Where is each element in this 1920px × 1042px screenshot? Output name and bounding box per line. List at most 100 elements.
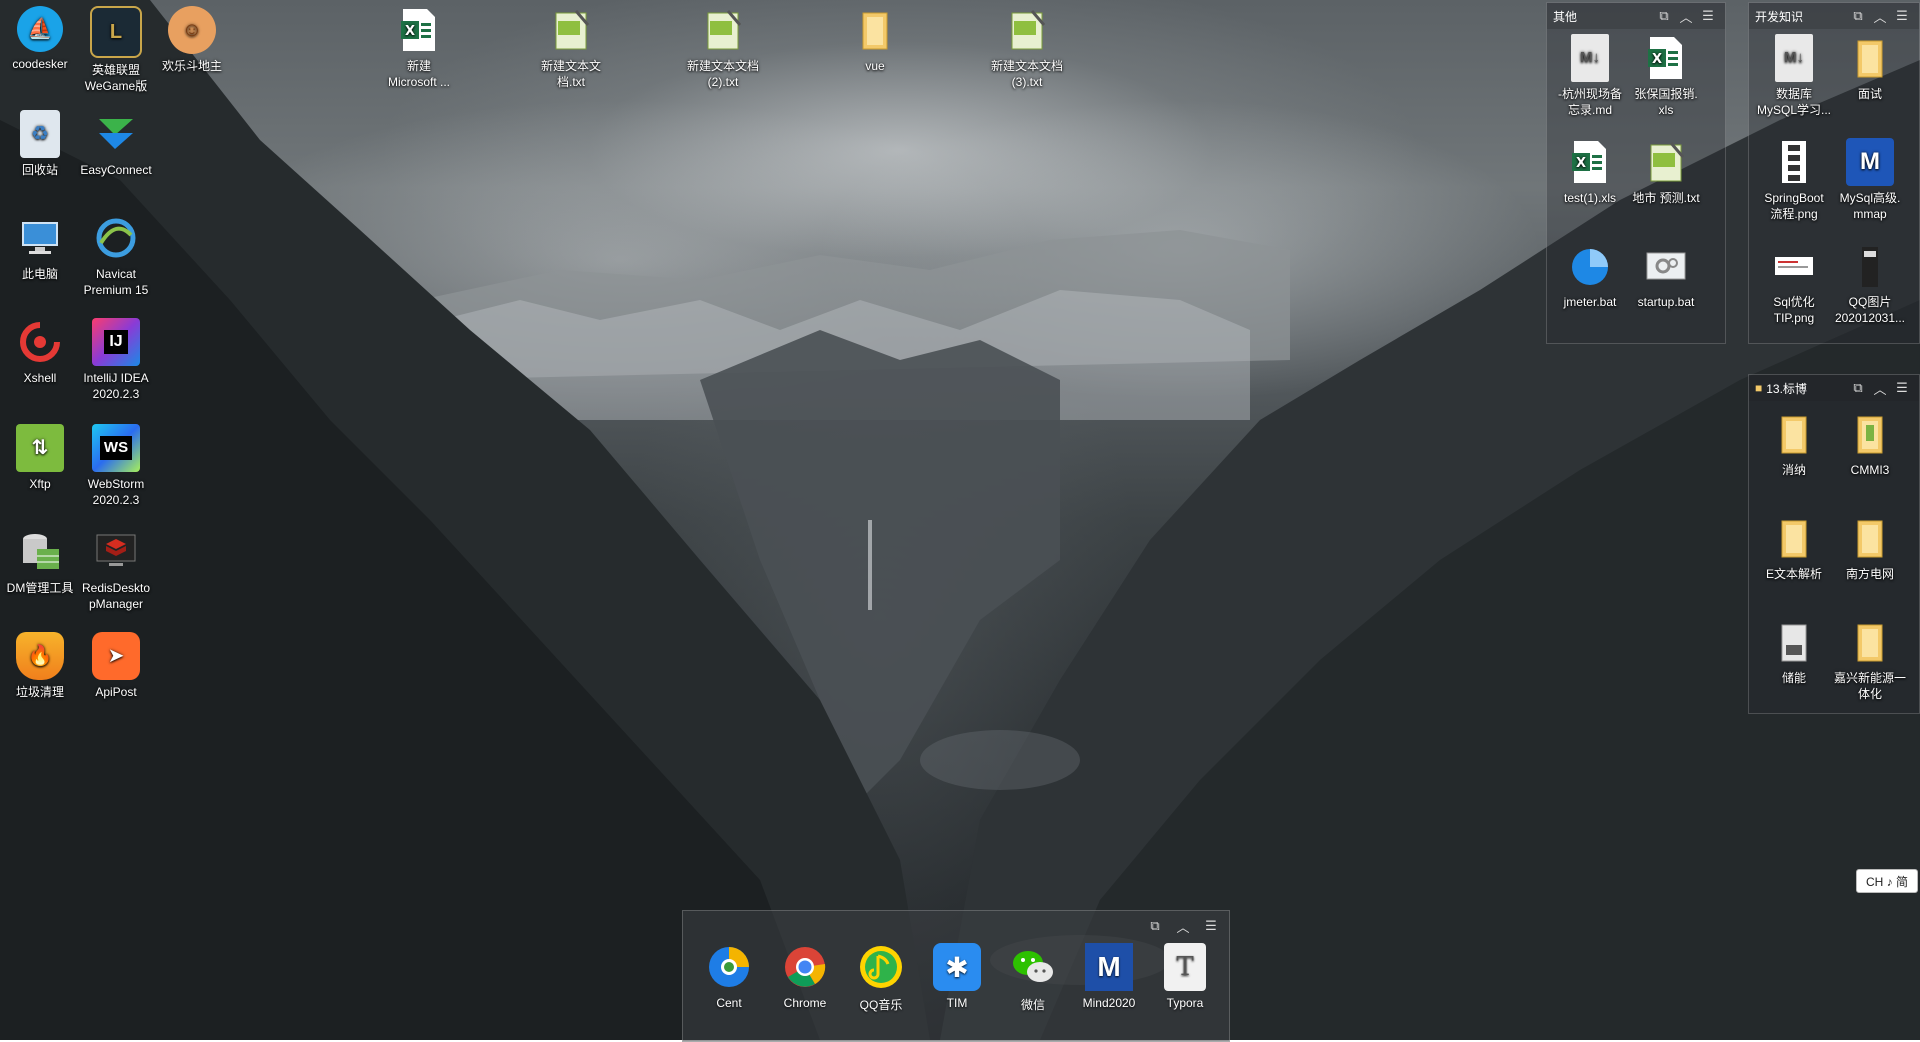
restore-icon[interactable]: ⧉ bbox=[1847, 380, 1869, 396]
desktop-icon-label: 垃圾清理 bbox=[15, 685, 64, 699]
desktop-icon-navicat[interactable]: Navicat Premium 15 bbox=[78, 214, 154, 298]
ime-text: CH ♪ 简 bbox=[1865, 874, 1908, 889]
desktop-icon-recycle-bin[interactable]: ♻ 回收站 bbox=[2, 110, 78, 178]
fence-item-energy-storage[interactable]: 储能 bbox=[1756, 618, 1832, 686]
xftp-icon: ⇅ bbox=[16, 424, 64, 472]
desktop-icon-new-txt[interactable]: 新建文本文 档.txt bbox=[533, 6, 609, 90]
dock-item-label: Typora bbox=[1166, 996, 1204, 1010]
menu-icon[interactable]: ☰ bbox=[1199, 918, 1223, 934]
fence-item-test-xls[interactable]: X test(1).xls bbox=[1552, 138, 1628, 206]
desktop-icon-new-txt-3[interactable]: 新建文本文档 (3).txt bbox=[989, 6, 1065, 90]
desktop-icon-label: test(1).xls bbox=[1563, 191, 1616, 205]
folder-icon bbox=[1770, 410, 1818, 458]
fence-title: 13.标博 bbox=[1766, 381, 1807, 396]
dock-item-qq-music[interactable]: QQ音乐 bbox=[846, 943, 916, 1013]
wechat-icon bbox=[1009, 943, 1057, 991]
desktop-icon-label: coodesker bbox=[12, 57, 68, 71]
restore-icon[interactable]: ⧉ bbox=[1847, 8, 1869, 24]
desktop-icon-doudizhu[interactable]: ☺ 欢乐斗地主 bbox=[154, 6, 230, 74]
desktop-icon-label: 消纳 bbox=[1781, 463, 1806, 477]
fence-item-jmeter-bat[interactable]: jmeter.bat bbox=[1552, 242, 1628, 310]
chrome-icon bbox=[781, 943, 829, 991]
fence-item-startup-bat[interactable]: startup.bat bbox=[1628, 242, 1704, 310]
desktop-icon-dm-tool[interactable]: DM管理工具 bbox=[2, 528, 78, 596]
desktop-icon-apipost[interactable]: ➤ ApiPost bbox=[78, 632, 154, 700]
desktop-icon-this-pc[interactable]: 此电脑 bbox=[2, 214, 78, 282]
xshell-icon bbox=[16, 318, 64, 366]
fence-item-qq-image[interactable]: QQ图片 202012031... bbox=[1832, 242, 1908, 326]
redis-desktop-icon bbox=[92, 528, 140, 576]
folder-icon bbox=[1846, 34, 1894, 82]
dock-item-wechat[interactable]: 微信 bbox=[998, 943, 1068, 1013]
collapse-icon[interactable]: ︿ bbox=[1171, 917, 1195, 936]
restore-icon[interactable]: ⧉ bbox=[1143, 918, 1167, 934]
jmeter-icon bbox=[1566, 242, 1614, 290]
desktop-icon-xftp[interactable]: ⇅ Xftp bbox=[2, 424, 78, 492]
dock-item-typora[interactable]: T Typora bbox=[1150, 943, 1220, 1010]
desktop-icon-label: 英雄联盟 WeGame版 bbox=[84, 63, 148, 93]
fence-item-mysql-md[interactable]: M↓ 数据库 MySQL学习... bbox=[1756, 34, 1832, 118]
desktop-icon-new-excel[interactable]: X 新建 Microsoft ... bbox=[381, 6, 457, 90]
fence-item-sql-tip-png[interactable]: Sql优化 TIP.png bbox=[1756, 242, 1832, 326]
fence-item-forecast-txt[interactable]: 地市 预测.txt bbox=[1628, 138, 1704, 206]
desktop-icon-cleaner[interactable]: 🔥 垃圾清理 bbox=[2, 632, 78, 700]
navicat-icon bbox=[92, 214, 140, 262]
desktop-icon-label: -杭州现场备 忘录.md bbox=[1558, 87, 1622, 117]
desktop-icon-label: ApiPost bbox=[95, 685, 137, 699]
fence-item-e-text-folder[interactable]: E文本解析 bbox=[1756, 514, 1832, 582]
excel-file-icon: X bbox=[1566, 138, 1614, 186]
desktop-icon-webstorm[interactable]: WS WebStorm 2020.2.3 bbox=[78, 424, 154, 508]
desktop-icon-label: 面试 bbox=[1857, 87, 1882, 101]
txt-file-icon bbox=[1003, 6, 1051, 54]
desktop-icon-label: E文本解析 bbox=[1765, 567, 1822, 581]
fence-item-interview-folder[interactable]: 面试 bbox=[1832, 34, 1908, 102]
desktop-icon-intellij[interactable]: IJ IntelliJ IDEA 2020.2.3 bbox=[78, 318, 154, 402]
txt-file-icon bbox=[1642, 138, 1690, 186]
desktop-icon-label: Navicat Premium 15 bbox=[83, 267, 149, 297]
fence-item-cmmi3-folder[interactable]: CMMI3 bbox=[1832, 410, 1908, 478]
collapse-icon[interactable]: ︿ bbox=[1869, 7, 1891, 26]
fence-item-jiaxing-folder[interactable]: 嘉兴新能源一 体化 bbox=[1832, 618, 1908, 702]
collapse-icon[interactable]: ︿ bbox=[1869, 379, 1891, 398]
desktop-icon-label: vue bbox=[865, 59, 885, 73]
desktop-icon-label: 嘉兴新能源一 体化 bbox=[1833, 671, 1906, 701]
dock-item-mind2020[interactable]: M Mind2020 bbox=[1074, 943, 1144, 1010]
computer-icon bbox=[16, 214, 64, 262]
fence-item-memo-md[interactable]: M↓ -杭州现场备 忘录.md bbox=[1552, 34, 1628, 118]
restore-icon[interactable]: ⧉ bbox=[1653, 8, 1675, 24]
desktop-icon-new-txt-2[interactable]: 新建文本文档 (2).txt bbox=[685, 6, 761, 90]
fence-item-reimburse-xls[interactable]: X 张保国报销. xls bbox=[1628, 34, 1704, 118]
desktop-icon-coodesker[interactable]: ⛵ coodesker bbox=[2, 6, 78, 72]
txt-file-icon bbox=[699, 6, 747, 54]
desktop-icon-label: WebStorm 2020.2.3 bbox=[87, 477, 145, 507]
dock-item-chrome[interactable]: Chrome bbox=[770, 943, 840, 1010]
ime-indicator[interactable]: CH ♪ 简 bbox=[1856, 869, 1918, 893]
desktop-icon-xshell[interactable]: Xshell bbox=[2, 318, 78, 386]
menu-icon[interactable]: ☰ bbox=[1891, 8, 1913, 24]
dock-item-label: QQ音乐 bbox=[859, 998, 903, 1012]
fence-title-bar[interactable]: 其他 ⧉ ︿ ☰ bbox=[1547, 3, 1725, 29]
collapse-icon[interactable]: ︿ bbox=[1675, 7, 1697, 26]
fence-item-southern-grid-folder[interactable]: 南方电网 bbox=[1832, 514, 1908, 582]
desktop-icon-label: DM管理工具 bbox=[6, 581, 74, 595]
dock-item-tim[interactable]: ✱ TIM bbox=[922, 943, 992, 1010]
desktop-icon-label: 欢乐斗地主 bbox=[161, 59, 222, 73]
fence-item-springboot-png[interactable]: SpringBoot 流程.png bbox=[1756, 138, 1832, 222]
desktop-icon-vue-folder[interactable]: vue bbox=[837, 6, 913, 74]
desktop-icon-easyconnect[interactable]: EasyConnect bbox=[78, 110, 154, 178]
fence-title-bar[interactable]: ■ 13.标博 ⧉ ︿ ☰ bbox=[1749, 375, 1919, 401]
app-dock[interactable]: ⧉ ︿ ☰ Cent Chrome QQ音乐 ✱ TIM 微信 M Mind20… bbox=[682, 910, 1230, 1042]
desktop-icon-label: 新建 Microsoft ... bbox=[387, 59, 450, 89]
menu-icon[interactable]: ☰ bbox=[1697, 8, 1719, 24]
desktop-icon-redis-desktop[interactable]: RedisDeskto pManager bbox=[78, 528, 154, 612]
fence-item-mysql-mmap[interactable]: M MySql高级. mmap bbox=[1832, 138, 1908, 222]
folder-icon: ■ bbox=[1755, 381, 1763, 395]
dock-item-cent[interactable]: Cent bbox=[694, 943, 764, 1010]
dock-title-bar[interactable]: ⧉ ︿ ☰ bbox=[683, 911, 1229, 941]
desktop-icon-label: IntelliJ IDEA 2020.2.3 bbox=[83, 371, 149, 401]
desktop-icon-lol[interactable]: L 英雄联盟 WeGame版 bbox=[78, 6, 154, 94]
fence-item-xiaona-folder[interactable]: 消纳 bbox=[1756, 410, 1832, 478]
desktop-icon-label: 储能 bbox=[1781, 671, 1806, 685]
fence-title-bar[interactable]: 开发知识 ⧉ ︿ ☰ bbox=[1749, 3, 1919, 29]
menu-icon[interactable]: ☰ bbox=[1891, 380, 1913, 396]
